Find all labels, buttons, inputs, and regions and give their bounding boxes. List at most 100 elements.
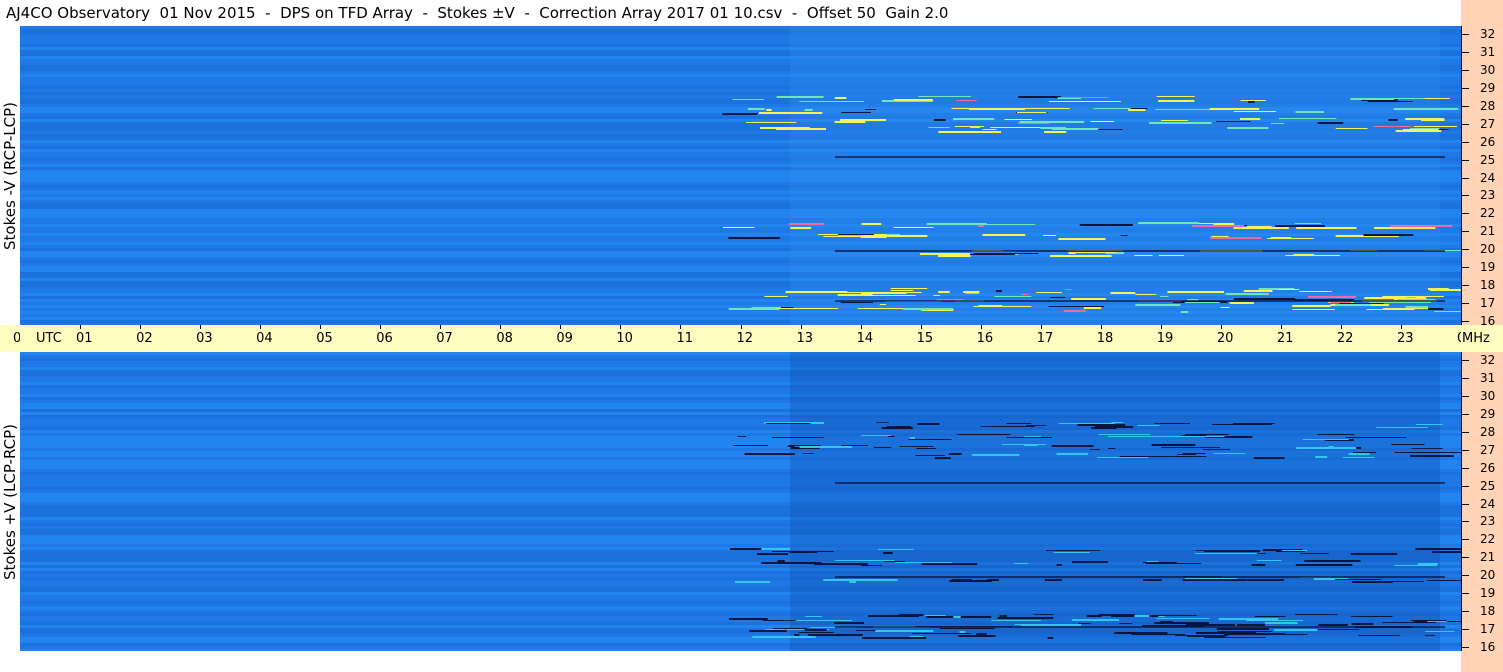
burst-streak <box>1131 634 1186 635</box>
burst-streak <box>1017 234 1026 236</box>
time-tick-mark <box>1220 325 1222 329</box>
freq-tick-label: 29 <box>1480 406 1496 421</box>
burst-streak <box>1256 560 1282 561</box>
time-axis-start: 00 <box>0 325 30 352</box>
burst-streak <box>803 453 814 454</box>
freq-tick-mark <box>1461 177 1469 179</box>
burst-streak <box>841 112 871 113</box>
time-tick-label: 20 <box>1216 331 1234 346</box>
time-axis-unit: UTC <box>36 331 62 346</box>
burst-streak <box>1180 311 1189 313</box>
time-tick-mark <box>680 325 682 329</box>
burst-streak <box>1058 238 1106 240</box>
burst-streak <box>949 580 992 582</box>
interference-line <box>835 482 1445 484</box>
freq-tick-mark <box>1461 159 1469 161</box>
burst-streak <box>1425 631 1455 632</box>
burst-streak <box>949 453 962 455</box>
burst-streak <box>888 436 895 437</box>
freq-tick-label: 22 <box>1480 206 1496 221</box>
burst-streak <box>928 127 950 128</box>
burst-streak <box>1143 562 1177 563</box>
burst-streak <box>973 306 1032 307</box>
burst-streak <box>1056 453 1089 455</box>
burst-streak <box>1335 579 1381 580</box>
burst-streak <box>1074 252 1116 253</box>
burst-streak <box>876 422 889 423</box>
burst-streak <box>1211 424 1272 425</box>
burst-streak <box>804 629 827 631</box>
burst-streak <box>849 581 857 583</box>
burst-streak <box>1142 615 1197 616</box>
burst-streak <box>909 437 916 439</box>
burst-streak <box>1184 302 1220 303</box>
burst-streak <box>1295 614 1338 615</box>
spectrogram-bottom-panel <box>20 352 1461 651</box>
freq-tick-mark <box>1461 321 1469 322</box>
burst-streak <box>1295 111 1324 113</box>
freq-tick-label: 24 <box>1480 496 1496 511</box>
burst-streak <box>807 634 863 636</box>
burst-streak <box>1318 624 1348 626</box>
burst-streak <box>1296 227 1357 229</box>
burst-streak <box>899 614 924 616</box>
freq-tick-mark <box>1461 647 1469 648</box>
burst-streak <box>751 307 781 309</box>
burst-streak <box>1229 302 1254 304</box>
burst-streak <box>1216 628 1269 630</box>
burst-streak <box>771 437 824 438</box>
burst-streak <box>1391 444 1425 445</box>
freq-tick-label: 16 <box>1480 640 1496 654</box>
freq-tick-mark <box>1461 105 1469 107</box>
time-tick-label: 21 <box>1276 331 1294 346</box>
burst-streak <box>1351 616 1393 617</box>
burst-streak <box>1111 422 1124 423</box>
burst-streak <box>887 426 912 427</box>
burst-streak <box>1393 108 1459 110</box>
burst-streak <box>1119 456 1165 457</box>
burst-streak <box>835 560 895 561</box>
burst-streak <box>730 548 762 550</box>
burst-streak <box>1072 561 1108 563</box>
freq-tick-mark <box>1461 267 1469 269</box>
burst-streak <box>760 127 810 129</box>
time-tick-mark <box>1340 325 1342 329</box>
burst-streak <box>917 423 940 425</box>
time-tick-label: 03 <box>196 331 213 346</box>
burst-streak <box>1151 444 1196 446</box>
burst-streak <box>861 223 882 225</box>
freq-tick-mark <box>1461 413 1469 415</box>
burst-streak <box>1107 436 1168 437</box>
burst-streak <box>1367 101 1413 102</box>
burst-streak <box>1253 457 1285 459</box>
burst-streak <box>1120 235 1128 236</box>
burst-streak <box>790 227 812 229</box>
burst-streak <box>1021 294 1029 295</box>
burst-streak <box>953 118 995 120</box>
burst-streak <box>1134 255 1153 256</box>
burst-streak <box>986 579 999 581</box>
time-tick-mark <box>1160 325 1162 329</box>
burst-streak <box>1065 289 1073 290</box>
burst-streak <box>1050 297 1066 298</box>
burst-streak <box>860 237 887 238</box>
burst-streak <box>991 620 1041 621</box>
burst-streak <box>1014 624 1071 625</box>
burst-streak <box>788 223 825 225</box>
freq-tick-mark <box>1461 521 1469 523</box>
freq-tick-label: 26 <box>1480 134 1496 149</box>
burst-streak <box>1058 423 1115 424</box>
burst-streak <box>958 635 996 637</box>
time-tick-label: 16 <box>976 331 994 346</box>
burst-streak <box>881 427 913 429</box>
burst-streak <box>860 565 882 566</box>
burst-streak <box>749 630 787 632</box>
burst-streak <box>1078 623 1091 624</box>
burst-streak <box>1430 289 1461 291</box>
burst-streak <box>1248 101 1255 103</box>
burst-streak <box>933 119 946 121</box>
burst-streak <box>1376 427 1428 428</box>
burst-streak <box>1146 561 1159 562</box>
top-panel-ylabel: Stokes -V (RCP-LCP) <box>0 26 20 325</box>
burst-streak <box>1154 622 1209 624</box>
